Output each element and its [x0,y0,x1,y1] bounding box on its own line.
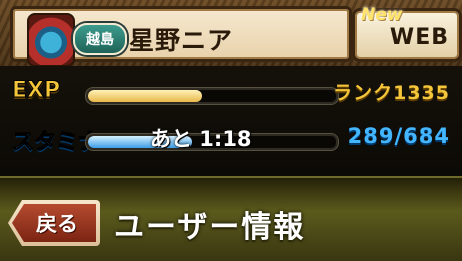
stats-area: EXP ランク1335 スタミナ あと 1:18 289/684 [0,66,462,176]
new-badge: New [361,5,403,25]
back-button-label: 戻る [12,204,96,242]
player-name-plate[interactable]: 越島 星野ニア [10,6,352,67]
exp-bar-fill [88,90,203,102]
page-title: ユーザー情報 [114,210,306,245]
page-header: 戻る ユーザー情報 [0,176,462,261]
exp-bar [86,88,338,104]
monster-avatar-icon[interactable] [27,13,75,67]
stamina-remaining-time: あと 1:18 [150,127,252,151]
exp-label: EXP [11,78,61,104]
top-band: 越島 星野ニア New WEB [0,0,462,67]
web-button[interactable]: New WEB [352,5,462,62]
rank-text: ランク1335 [333,82,450,104]
player-name: 星野ニア [129,26,234,55]
back-button[interactable]: 戻る [8,200,100,246]
web-label: WEB [389,25,449,50]
region-badge: 越島 [73,23,127,55]
stamina-value: 289/684 [347,124,450,148]
